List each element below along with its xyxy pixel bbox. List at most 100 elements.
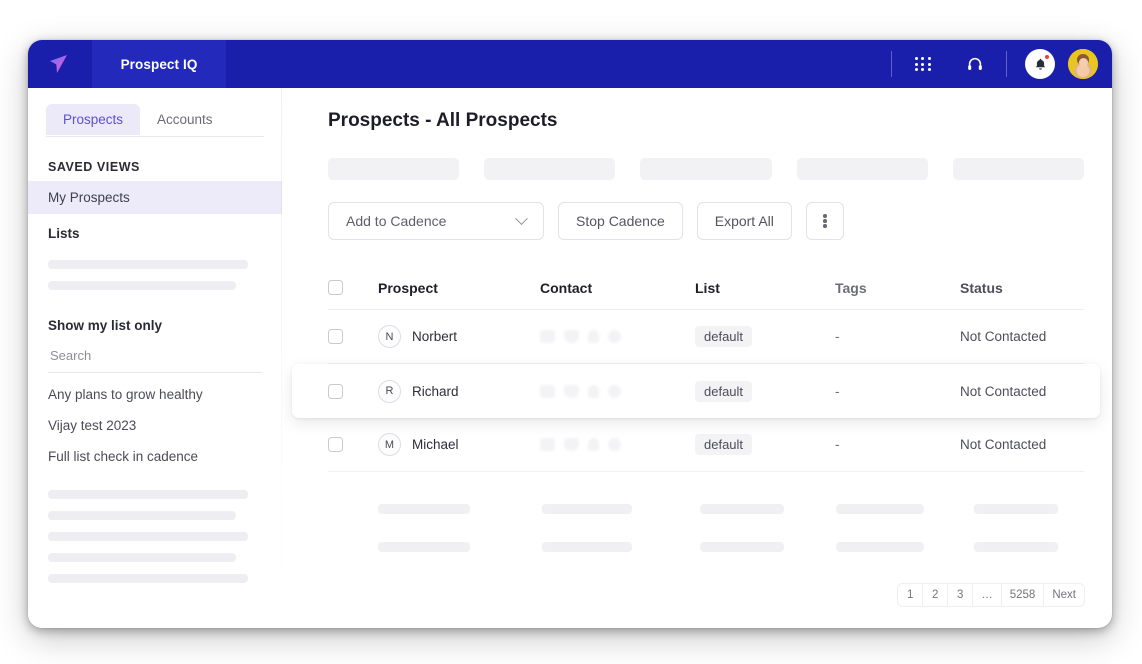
tab-accounts[interactable]: Accounts — [140, 104, 230, 135]
row-checkbox-cell — [328, 383, 378, 399]
email-icon[interactable] — [540, 438, 555, 451]
select-all-checkbox-cell — [328, 280, 378, 295]
sidebar-item-my-prospects[interactable]: My Prospects — [28, 181, 282, 214]
contact-cell — [540, 384, 695, 398]
email-icon[interactable] — [540, 384, 555, 398]
tags-cell: - — [835, 437, 840, 452]
mobile-icon[interactable] — [588, 330, 599, 343]
list-cell: default — [695, 326, 835, 347]
nav-divider — [1006, 51, 1007, 77]
column-header-prospect: Prospect — [378, 279, 438, 296]
prospect-name[interactable]: Norbert — [412, 329, 457, 344]
page-ellipsis: … — [973, 584, 1002, 606]
notifications-button[interactable] — [1025, 49, 1055, 79]
headset-icon[interactable] — [960, 49, 990, 79]
list-cell: default — [695, 380, 835, 402]
skeleton-row — [328, 528, 1084, 566]
skeleton-cell — [836, 542, 924, 552]
notification-dot — [1043, 54, 1050, 60]
tags-cell: - — [835, 329, 840, 344]
saved-views-heading: SAVED VIEWS — [48, 160, 140, 174]
add-to-cadence-label: Add to Cadence — [346, 213, 447, 229]
table-row[interactable]: N Norbert default - Not Contacted — [328, 310, 1084, 364]
dialpad-icon[interactable] — [908, 49, 938, 79]
select-all-checkbox[interactable] — [328, 280, 343, 295]
sidebar-skeleton — [48, 553, 236, 562]
row-checkbox[interactable] — [328, 437, 343, 452]
top-navigation-bar: Prospect IQ — [28, 40, 1112, 88]
status-cell: Not Contacted — [960, 437, 1047, 452]
mobile-icon[interactable] — [588, 438, 599, 451]
prospect-cell: M Michael — [378, 433, 540, 456]
phone-icon[interactable] — [564, 384, 579, 398]
page-title: Prospects - All Prospects — [328, 110, 558, 131]
user-avatar[interactable] — [1068, 49, 1098, 79]
table-row[interactable]: R Richard default - Not Contacted — [292, 364, 1100, 418]
page-button-3[interactable]: 3 — [948, 584, 974, 606]
filter-skeleton — [484, 158, 616, 180]
linkedin-icon[interactable] — [608, 438, 621, 451]
app-logo[interactable] — [28, 40, 92, 88]
paper-plane-logo-icon — [50, 55, 67, 73]
page-button-2[interactable]: 2 — [923, 584, 949, 606]
filter-bar-skeleton — [328, 158, 1085, 180]
list-badge: default — [695, 434, 753, 455]
avatar-initial: R — [378, 379, 401, 403]
app-window: Prospect IQ Prospects Accounts SAVED VIE… — [28, 40, 1112, 628]
skeleton-cell — [542, 504, 632, 514]
linkedin-icon[interactable] — [608, 330, 621, 343]
skeleton-cell — [378, 504, 470, 514]
tab-prospects[interactable]: Prospects — [46, 104, 141, 135]
sidebar-tabs: Prospects Accounts — [46, 104, 264, 137]
skeleton-cell — [700, 542, 784, 552]
linkedin-icon[interactable] — [608, 384, 621, 398]
phone-icon[interactable] — [564, 438, 579, 451]
pagination: 1 2 3 … 5258 Next — [898, 584, 1084, 606]
sidebar-skeleton — [48, 574, 248, 583]
window-body: Prospects Accounts SAVED VIEWS My Prospe… — [28, 88, 1112, 628]
more-options-button[interactable] — [805, 202, 844, 240]
prospect-name[interactable]: Michael — [412, 437, 459, 452]
export-all-button[interactable]: Export All — [696, 202, 792, 240]
table-header-row: Prospect Contact List Tags Status — [328, 266, 1084, 310]
row-checkbox[interactable] — [328, 383, 343, 399]
email-icon[interactable] — [540, 330, 555, 343]
column-header-list: List — [695, 279, 720, 296]
sidebar-skeleton — [48, 532, 248, 541]
table-row[interactable]: M Michael default - Not Contacted — [328, 418, 1084, 472]
add-to-cadence-select[interactable]: Add to Cadence — [328, 202, 544, 240]
lists-heading: Lists — [48, 226, 80, 241]
sidebar-skeleton — [48, 511, 236, 520]
page-next-button[interactable]: Next — [1044, 584, 1084, 606]
list-item[interactable]: Full list check in cadence — [28, 441, 282, 472]
phone-icon[interactable] — [564, 330, 579, 343]
sidebar-search-input[interactable]: Search — [48, 341, 262, 373]
nav-divider — [891, 51, 892, 77]
list-item[interactable]: Vijay test 2023 — [28, 410, 282, 441]
skeleton-cell — [974, 542, 1058, 552]
sidebar: Prospects Accounts SAVED VIEWS My Prospe… — [28, 88, 282, 628]
row-checkbox[interactable] — [328, 329, 343, 344]
table-loading-skeleton — [328, 472, 1084, 566]
list-badge: default — [695, 380, 753, 402]
list-item[interactable]: Any plans to grow healthy — [28, 379, 282, 410]
skeleton-cell — [542, 542, 632, 552]
stop-cadence-button[interactable]: Stop Cadence — [558, 202, 683, 240]
list-cell: default — [695, 434, 835, 455]
row-checkbox-cell — [328, 437, 378, 452]
skeleton-cell — [700, 504, 784, 514]
kebab-icon — [823, 213, 827, 230]
column-header-status: Status — [960, 279, 1003, 296]
filter-skeleton — [796, 158, 928, 180]
brand-tab[interactable]: Prospect IQ — [92, 40, 226, 88]
tags-cell: - — [835, 383, 840, 399]
prospects-table: Prospect Contact List Tags Status N Norb… — [292, 266, 1100, 566]
page-button-last[interactable]: 5258 — [1001, 584, 1045, 606]
avatar-initial: M — [378, 433, 401, 456]
contact-cell — [540, 438, 695, 451]
mobile-icon[interactable] — [588, 384, 599, 398]
skeleton-cell — [974, 504, 1058, 514]
page-button-1[interactable]: 1 — [898, 584, 924, 606]
prospect-name[interactable]: Richard — [412, 384, 459, 399]
prospect-cell: N Norbert — [378, 325, 540, 348]
